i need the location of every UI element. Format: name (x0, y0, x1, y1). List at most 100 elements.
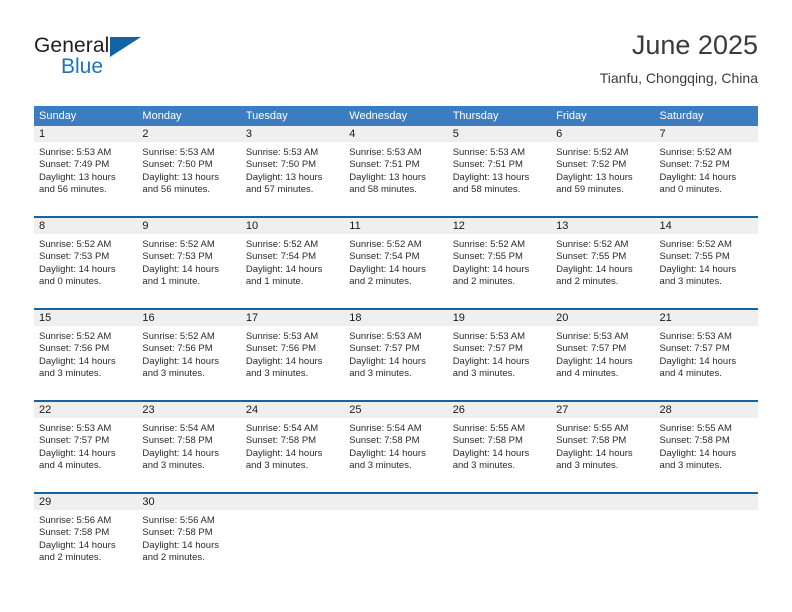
sunrise-text: Sunrise: 5:54 AM (142, 423, 215, 434)
day-cell[interactable]: 9 Sunrise: 5:52 AM Sunset: 7:53 PM Dayli… (137, 218, 241, 300)
daylight-text-line2: and 59 minutes. (556, 184, 624, 196)
day-cell[interactable]: 24 Sunrise: 5:54 AM Sunset: 7:58 PM Dayl… (240, 402, 345, 484)
sunrise-text: Sunrise: 5:53 AM (659, 331, 732, 342)
sunrise-text: Sunrise: 5:53 AM (39, 147, 112, 158)
day-number: 28 (654, 402, 758, 418)
daylight-text-line1: Daylight: 14 hours (39, 355, 116, 367)
weekday-monday: Monday (142, 110, 182, 122)
day-cell[interactable]: 18 Sunrise: 5:53 AM Sunset: 7:57 PM Dayl… (344, 310, 448, 392)
sunset-text: Sunset: 7:52 PM (659, 159, 730, 171)
day-number: 3 (240, 126, 345, 142)
calendar-page: General Blue June 2025 Tianfu, Chongqing… (0, 0, 792, 612)
day-cell-empty (447, 494, 552, 576)
day-cell[interactable]: 8 Sunrise: 5:52 AM Sunset: 7:53 PM Dayli… (34, 218, 138, 300)
sunrise-text: Sunrise: 5:53 AM (349, 331, 422, 342)
sunset-text: Sunset: 7:58 PM (659, 435, 730, 447)
daylight-text-line1: Daylight: 14 hours (349, 355, 426, 367)
sunrise-text: Sunrise: 5:53 AM (349, 147, 422, 158)
day-cell[interactable]: 27 Sunrise: 5:55 AM Sunset: 7:58 PM Dayl… (551, 402, 655, 484)
daylight-text-line1: Daylight: 14 hours (452, 355, 530, 367)
day-cell[interactable]: 15 Sunrise: 5:52 AM Sunset: 7:56 PM Dayl… (34, 310, 138, 392)
day-number: 19 (447, 310, 552, 326)
sunset-text: Sunset: 7:58 PM (39, 527, 110, 539)
day-cell[interactable]: 16 Sunrise: 5:52 AM Sunset: 7:56 PM Dayl… (137, 310, 241, 392)
sunrise-text: Sunrise: 5:53 AM (245, 147, 319, 158)
day-number: 14 (654, 218, 758, 234)
day-cell[interactable]: 13 Sunrise: 5:52 AM Sunset: 7:55 PM Dayl… (551, 218, 655, 300)
day-cell[interactable]: 14 Sunrise: 5:52 AM Sunset: 7:55 PM Dayl… (654, 218, 758, 300)
day-cell[interactable]: 23 Sunrise: 5:54 AM Sunset: 7:58 PM Dayl… (137, 402, 241, 484)
day-cell-empty (344, 494, 448, 576)
day-number (240, 494, 345, 510)
daylight-text-line2: and 2 minutes. (142, 552, 205, 564)
day-cell[interactable]: 26 Sunrise: 5:55 AM Sunset: 7:58 PM Dayl… (447, 402, 552, 484)
sunrise-text: Sunrise: 5:52 AM (349, 239, 422, 250)
day-details: Sunrise: 5:53 AM Sunset: 7:50 PM Dayligh… (241, 142, 344, 197)
day-cell[interactable]: 2 Sunrise: 5:53 AM Sunset: 7:50 PM Dayli… (137, 126, 241, 208)
day-details: Sunrise: 5:52 AM Sunset: 7:56 PM Dayligh… (34, 326, 137, 381)
day-details: Sunrise: 5:52 AM Sunset: 7:56 PM Dayligh… (137, 326, 240, 381)
day-cell[interactable]: 4 Sunrise: 5:53 AM Sunset: 7:51 PM Dayli… (344, 126, 448, 208)
day-cell[interactable]: 11 Sunrise: 5:52 AM Sunset: 7:54 PM Dayl… (344, 218, 448, 300)
daylight-text-line1: Daylight: 14 hours (556, 355, 633, 367)
day-cell[interactable]: 6 Sunrise: 5:52 AM Sunset: 7:52 PM Dayli… (551, 126, 655, 208)
day-details: Sunrise: 5:53 AM Sunset: 7:49 PM Dayligh… (34, 142, 137, 197)
daylight-text-line1: Daylight: 14 hours (245, 355, 323, 367)
day-cell[interactable]: 20 Sunrise: 5:53 AM Sunset: 7:57 PM Dayl… (551, 310, 655, 392)
daylight-text-line2: and 1 minute. (142, 276, 200, 288)
day-number: 10 (240, 218, 345, 234)
day-cell[interactable]: 25 Sunrise: 5:54 AM Sunset: 7:58 PM Dayl… (344, 402, 448, 484)
day-number: 20 (551, 310, 655, 326)
daylight-text-line2: and 58 minutes. (452, 184, 521, 196)
daylight-text-line2: and 56 minutes. (142, 184, 211, 196)
daylight-text-line2: and 3 minutes. (142, 460, 205, 472)
sunrise-text: Sunrise: 5:53 AM (142, 147, 215, 158)
daylight-text-line1: Daylight: 14 hours (556, 263, 633, 275)
weekday-thursday: Thursday (452, 110, 499, 122)
day-cell[interactable]: 12 Sunrise: 5:52 AM Sunset: 7:55 PM Dayl… (447, 218, 552, 300)
sunrise-text: Sunrise: 5:55 AM (452, 423, 526, 434)
sunrise-text: Sunrise: 5:53 AM (39, 423, 112, 434)
day-details: Sunrise: 5:53 AM Sunset: 7:57 PM Dayligh… (34, 418, 137, 473)
daylight-text-line2: and 2 minutes. (349, 276, 412, 288)
sunrise-text: Sunrise: 5:55 AM (659, 423, 732, 434)
sunset-text: Sunset: 7:58 PM (142, 527, 213, 539)
sunset-text: Sunset: 7:58 PM (142, 435, 213, 447)
sunrise-text: Sunrise: 5:53 AM (452, 331, 526, 342)
daylight-text-line2: and 3 minutes. (245, 368, 309, 380)
day-details: Sunrise: 5:54 AM Sunset: 7:58 PM Dayligh… (137, 418, 240, 473)
daylight-text-line1: Daylight: 13 hours (452, 171, 530, 183)
day-cell[interactable]: 10 Sunrise: 5:52 AM Sunset: 7:54 PM Dayl… (240, 218, 345, 300)
day-number: 16 (137, 310, 241, 326)
day-number: 17 (240, 310, 345, 326)
day-cell[interactable]: 22 Sunrise: 5:53 AM Sunset: 7:57 PM Dayl… (34, 402, 138, 484)
day-cell[interactable]: 7 Sunrise: 5:52 AM Sunset: 7:52 PM Dayli… (654, 126, 758, 208)
sunrise-text: Sunrise: 5:52 AM (659, 239, 732, 250)
daylight-text-line1: Daylight: 14 hours (142, 539, 219, 551)
day-cell[interactable]: 17 Sunrise: 5:53 AM Sunset: 7:56 PM Dayl… (240, 310, 345, 392)
day-cell[interactable]: 5 Sunrise: 5:53 AM Sunset: 7:51 PM Dayli… (447, 126, 552, 208)
daylight-text-line1: Daylight: 14 hours (39, 447, 116, 459)
daylight-text-line1: Daylight: 14 hours (556, 447, 633, 459)
day-cell[interactable]: 28 Sunrise: 5:55 AM Sunset: 7:58 PM Dayl… (654, 402, 758, 484)
daylight-text-line2: and 2 minutes. (39, 552, 102, 564)
sunrise-text: Sunrise: 5:52 AM (142, 239, 215, 250)
daylight-text-line2: and 56 minutes. (39, 184, 107, 196)
day-details: Sunrise: 5:53 AM Sunset: 7:57 PM Dayligh… (655, 326, 758, 381)
general-blue-logo[interactable]: General Blue (34, 34, 214, 90)
sunrise-text: Sunrise: 5:56 AM (142, 515, 215, 526)
day-cell[interactable]: 19 Sunrise: 5:53 AM Sunset: 7:57 PM Dayl… (447, 310, 552, 392)
daylight-text-line1: Daylight: 14 hours (349, 447, 426, 459)
weekday-saturday: Saturday (659, 110, 704, 122)
day-cell[interactable]: 30 Sunrise: 5:56 AM Sunset: 7:58 PM Dayl… (137, 494, 241, 576)
daylight-text-line2: and 3 minutes. (659, 276, 722, 288)
day-details: Sunrise: 5:54 AM Sunset: 7:58 PM Dayligh… (241, 418, 344, 473)
day-number: 12 (447, 218, 552, 234)
day-cell[interactable]: 3 Sunrise: 5:53 AM Sunset: 7:50 PM Dayli… (240, 126, 345, 208)
sunrise-text: Sunrise: 5:52 AM (556, 147, 629, 158)
sunrise-text: Sunrise: 5:56 AM (39, 515, 112, 526)
sunrise-text: Sunrise: 5:53 AM (452, 147, 526, 158)
day-cell[interactable]: 21 Sunrise: 5:53 AM Sunset: 7:57 PM Dayl… (654, 310, 758, 392)
day-cell[interactable]: 1 Sunrise: 5:53 AM Sunset: 7:49 PM Dayli… (34, 126, 138, 208)
day-cell[interactable]: 29 Sunrise: 5:56 AM Sunset: 7:58 PM Dayl… (34, 494, 138, 576)
